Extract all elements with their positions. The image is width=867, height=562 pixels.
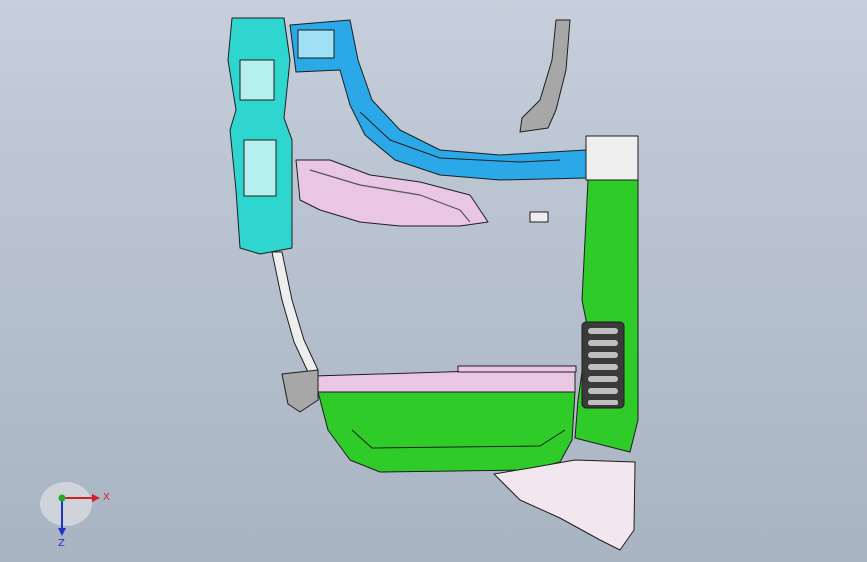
x-axis-arrowhead — [92, 494, 100, 502]
pillar-window-b — [243, 139, 277, 197]
y-axis-dot — [58, 494, 66, 502]
axis-triad: X Z — [40, 482, 110, 548]
a-pillar-cyan-part[interactable] — [227, 17, 293, 255]
upper-corner-block[interactable] — [585, 135, 639, 181]
z-axis-arrowhead — [58, 528, 66, 536]
axis-triad-disc — [40, 482, 92, 526]
small-bracket-part[interactable] — [529, 211, 549, 223]
hinge-bracket-part[interactable] — [281, 369, 319, 413]
side-panel-green-part[interactable] — [574, 179, 639, 453]
cab-assembly-model[interactable] — [0, 0, 867, 562]
z-axis-label: Z — [58, 538, 65, 548]
sill-upper-lip — [457, 365, 577, 373]
cad-viewport[interactable]: X Z — [0, 0, 867, 562]
x-axis-label: X — [103, 492, 110, 503]
wing-fin-part[interactable] — [519, 19, 571, 133]
pillar-window-a — [239, 59, 275, 101]
curved-strut-part[interactable] — [271, 251, 319, 373]
lower-step-green-part[interactable] — [317, 391, 576, 473]
frame-window-cutout — [297, 29, 335, 59]
lower-fairing-white-part[interactable] — [493, 459, 636, 551]
